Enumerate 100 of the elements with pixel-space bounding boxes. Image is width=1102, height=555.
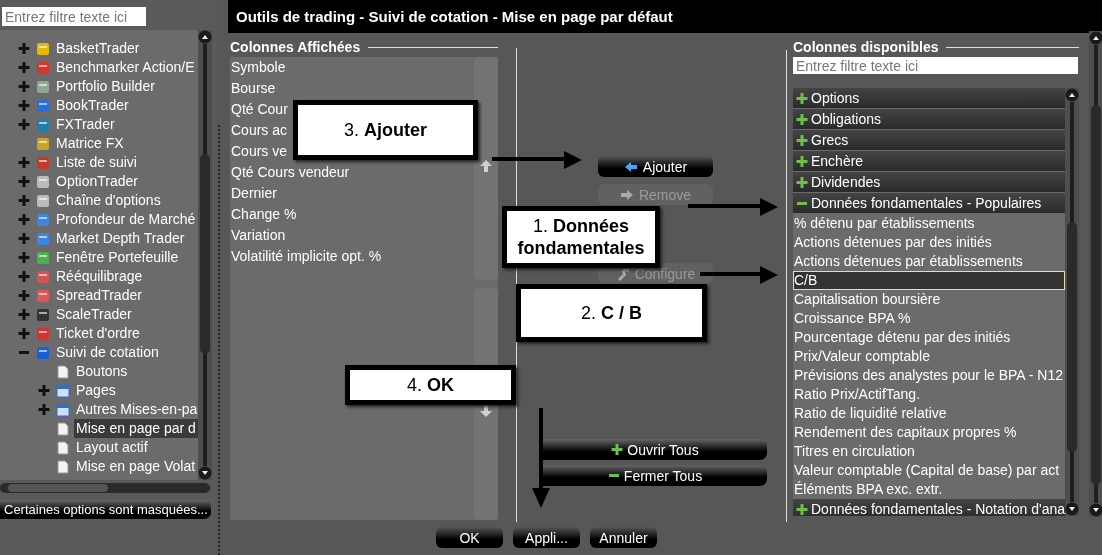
tree-item[interactable]: Chaîne d'options xyxy=(54,191,163,210)
tree-item[interactable]: FXTrader xyxy=(54,115,117,134)
tree-item[interactable]: Profondeur de Marché xyxy=(54,210,198,229)
expand-toggle[interactable] xyxy=(18,289,30,302)
scroll-up-button[interactable] xyxy=(1089,31,1102,45)
expand-toggle[interactable] xyxy=(18,327,30,340)
scroll-down-button[interactable] xyxy=(1065,502,1079,516)
list-item[interactable]: Prévisions des analystes pour le BPA - N12 xyxy=(793,366,1065,385)
list-item[interactable]: Croissance BPA % xyxy=(793,309,1065,328)
scroll-up-button[interactable] xyxy=(1065,88,1079,102)
list-item[interactable]: Prix/Valeur comptable xyxy=(793,347,1065,366)
scroll-thumb[interactable] xyxy=(200,154,210,354)
expand-toggle[interactable] xyxy=(18,61,30,74)
expand-toggle[interactable] xyxy=(18,156,30,169)
expand-toggle[interactable] xyxy=(18,251,30,264)
tree-item[interactable]: SpreadTrader xyxy=(54,286,144,305)
list-item[interactable]: Capitalisation boursière xyxy=(793,290,1065,309)
move-up-bar[interactable] xyxy=(474,57,498,280)
list-item[interactable]: Cours ac xyxy=(230,120,288,141)
list-item[interactable]: Cours ve xyxy=(230,141,288,162)
expand-toggle[interactable] xyxy=(18,194,30,207)
list-item[interactable]: Bourse xyxy=(230,78,276,99)
tree-item[interactable]: Suivi de cotation xyxy=(54,343,161,362)
group-header[interactable]: Options xyxy=(793,88,1065,108)
app-icon xyxy=(36,98,50,113)
list-item[interactable]: Volatilité implicite opt. % xyxy=(230,246,382,267)
tree-item[interactable]: ScaleTrader xyxy=(54,305,134,324)
tree-item[interactable]: Mise en page Volat xyxy=(74,457,198,476)
expand-toggle[interactable] xyxy=(18,270,30,283)
list-item[interactable]: Actions détenues par des initiés xyxy=(793,233,1065,252)
list-item[interactable]: % détenu par établissements xyxy=(793,214,1065,233)
list-item[interactable]: Pourcentage détenu par des initiés xyxy=(793,328,1065,347)
expand-toggle[interactable] xyxy=(18,308,30,321)
tree-item[interactable]: Autres Mises-en-pa xyxy=(74,400,198,419)
expand-toggle[interactable] xyxy=(38,403,50,416)
tree-item[interactable]: BasketTrader xyxy=(54,39,142,58)
scroll-down-button[interactable] xyxy=(1089,503,1102,517)
dialog-button[interactable]: Annuler xyxy=(590,527,657,548)
hidden-options-button[interactable]: Certaines options sont masquées... xyxy=(0,500,211,519)
expand-toggle[interactable] xyxy=(18,99,30,112)
tree-item[interactable]: BookTrader xyxy=(54,96,131,115)
group-header[interactable]: Données fondamentales - Notation d'ana xyxy=(793,499,1065,516)
expand-toggle[interactable] xyxy=(18,175,30,188)
list-item[interactable]: Valeur comptable (Capital de base) par act xyxy=(793,461,1065,480)
expand-all-button[interactable]: Ouvrir Tous xyxy=(543,439,767,460)
expand-toggle[interactable] xyxy=(18,118,30,131)
list-item[interactable]: Qté Cours vendeur xyxy=(230,162,350,183)
dialog-button[interactable]: OK xyxy=(436,527,503,548)
expand-toggle[interactable] xyxy=(18,42,30,55)
horizontal-scrollbar[interactable] xyxy=(0,483,210,493)
list-item[interactable]: Symbole xyxy=(230,57,286,78)
dialog-button[interactable]: Appli... xyxy=(513,527,580,548)
tree-item[interactable]: OptionTrader xyxy=(54,172,140,191)
scrollbar[interactable] xyxy=(1089,31,1102,517)
tree-item[interactable]: Pages xyxy=(74,381,118,400)
collapse-all-button[interactable]: Fermer Tous xyxy=(543,465,767,486)
tree-item[interactable]: Matrice FX xyxy=(54,134,126,153)
group-header[interactable]: Enchère xyxy=(793,151,1065,171)
list-item[interactable]: Actions détenues par établissements xyxy=(793,252,1065,271)
tree-item[interactable]: Ticket d'ordre xyxy=(54,324,142,343)
expand-toggle[interactable] xyxy=(18,80,30,93)
list-item[interactable]: Ratio de liquidité relative xyxy=(793,404,1065,423)
list-item[interactable]: Dernier xyxy=(230,183,277,204)
filter-field[interactable]: Entrez filtre texte ici xyxy=(2,7,146,26)
group-header[interactable]: Grecs xyxy=(793,130,1065,150)
scroll-thumb[interactable] xyxy=(1067,222,1077,452)
group-header[interactable]: Dividendes xyxy=(793,172,1065,192)
tree-item[interactable]: Benchmarker Action/E xyxy=(54,58,197,77)
tree-item[interactable]: Market Depth Trader xyxy=(54,229,187,248)
expand-toggle[interactable] xyxy=(18,232,30,245)
window-icon xyxy=(56,402,70,417)
scroll-thumb[interactable] xyxy=(1091,105,1101,485)
group-header[interactable]: Données fondamentales - Populaires xyxy=(793,193,1065,213)
app-icon xyxy=(36,307,50,322)
list-item[interactable]: Variation xyxy=(230,225,286,246)
list-item[interactable]: Rendement des capitaux propres % xyxy=(793,423,1065,442)
list-item[interactable]: Qté Cour xyxy=(230,99,288,120)
tree-item[interactable]: Fenêtre Portefeuille xyxy=(54,248,181,267)
scrollbar[interactable] xyxy=(1065,88,1079,516)
scrollbar[interactable] xyxy=(198,30,212,480)
callout-tooltip: 2. C / B xyxy=(516,284,707,342)
list-item[interactable]: Ratio Prix/ActifTang. xyxy=(793,385,1065,404)
tree-item[interactable]: Rééquilibrage xyxy=(54,267,145,286)
list-item[interactable]: Change % xyxy=(230,204,297,225)
expand-toggle[interactable] xyxy=(18,213,30,226)
expand-toggle[interactable] xyxy=(38,384,50,397)
add-button[interactable]: Ajouter xyxy=(598,156,713,177)
tree-item[interactable]: Portfolio Builder xyxy=(54,77,157,96)
list-item[interactable]: Éléments BPA exc. extr. xyxy=(793,480,1065,499)
tree-item[interactable]: Layout actif xyxy=(74,438,150,457)
filter-field[interactable]: Entrez filtre texte ici xyxy=(793,57,1078,74)
list-item[interactable]: Titres en circulation xyxy=(793,442,1065,461)
list-item[interactable]: C/B xyxy=(793,271,1065,290)
scroll-down-button[interactable] xyxy=(198,466,212,480)
scroll-thumb[interactable] xyxy=(8,484,108,492)
group-header[interactable]: Obligations xyxy=(793,109,1065,129)
tree-item[interactable]: Mise en page par d xyxy=(74,419,198,438)
tree-item[interactable]: Boutons xyxy=(74,362,130,381)
tree-item[interactable]: Liste de suivi xyxy=(54,153,139,172)
scroll-up-button[interactable] xyxy=(198,30,212,44)
